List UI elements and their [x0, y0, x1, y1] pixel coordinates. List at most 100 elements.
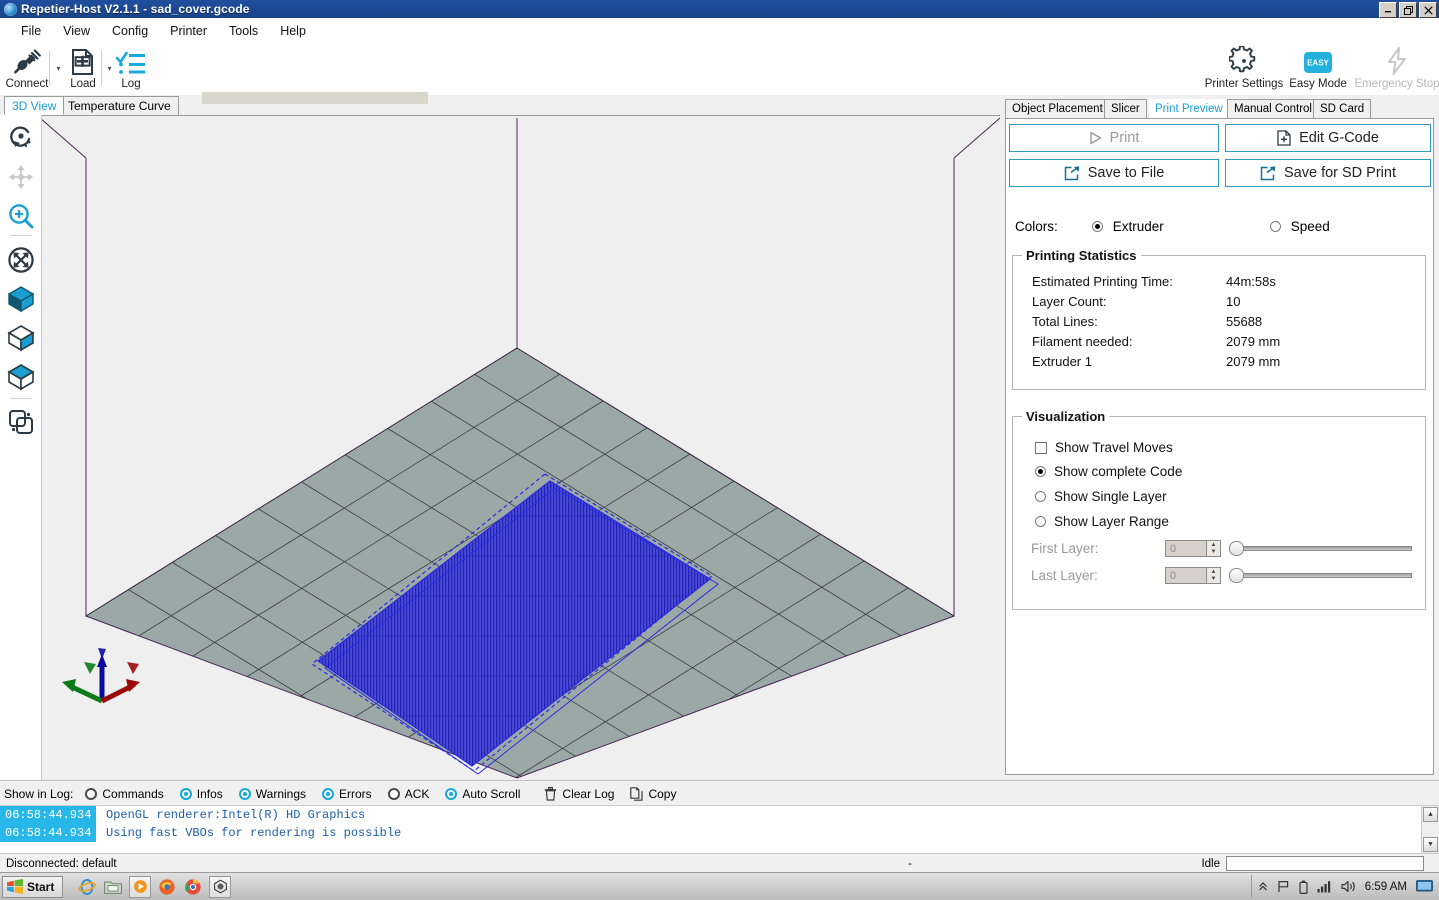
tab-manual-control[interactable]: Manual Control	[1227, 99, 1319, 118]
last-layer-spin-buttons[interactable]: ▲▼	[1206, 568, 1220, 583]
show-travel-moves-option[interactable]: Show Travel Moves	[1035, 440, 1173, 455]
edit-file-icon	[1277, 130, 1291, 146]
plug-icon	[12, 46, 42, 76]
3d-viewport[interactable]	[0, 115, 1000, 781]
radio-extruder[interactable]	[1092, 221, 1103, 232]
tab-print-preview[interactable]: Print Preview	[1149, 99, 1229, 118]
log-scroll-up-button[interactable]: ▲	[1423, 807, 1438, 822]
repetier-host-icon[interactable]	[209, 876, 231, 898]
media-player-icon[interactable]	[129, 876, 151, 898]
save-to-file-button[interactable]: Save to File	[1009, 159, 1219, 187]
log-filter-commands[interactable]: Commands	[85, 787, 163, 801]
first-layer-spinner[interactable]: 0 ▲▼	[1165, 540, 1221, 557]
toggle-infos-icon[interactable]	[180, 788, 192, 800]
tab-object-placement[interactable]: Object Placement	[1005, 99, 1110, 118]
colors-option-speed[interactable]: Speed	[1270, 219, 1330, 234]
colors-option-speed-label: Speed	[1291, 219, 1330, 234]
taskbar: Start	[0, 872, 1439, 900]
flag-icon[interactable]	[1277, 880, 1290, 893]
log-filter-errors[interactable]: Errors	[322, 787, 372, 801]
tab-sd-card[interactable]: SD Card	[1313, 99, 1371, 118]
menu-item-config[interactable]: Config	[101, 21, 159, 41]
log-scroll-down-button[interactable]: ▼	[1423, 837, 1438, 852]
connect-button[interactable]: Connect	[0, 46, 54, 90]
copy-log-button[interactable]: Copy	[630, 787, 676, 801]
show-desktop-icon[interactable]	[1416, 880, 1433, 893]
printer-settings-button[interactable]: Printer Settings	[1205, 46, 1283, 90]
chrome-icon[interactable]	[183, 877, 203, 897]
signal-icon[interactable]	[1317, 880, 1332, 893]
front-view-icon[interactable]	[3, 320, 39, 356]
last-layer-spinner[interactable]: 0 ▲▼	[1165, 567, 1221, 584]
close-button[interactable]	[1419, 2, 1437, 18]
tab-temperature-curve[interactable]: Temperature Curve	[60, 96, 179, 115]
menu-item-file[interactable]: File	[10, 21, 52, 41]
toggle-auto-scroll-icon[interactable]	[445, 788, 457, 800]
colors-option-extruder[interactable]: Extruder	[1092, 219, 1164, 234]
toggle-ack-icon[interactable]	[388, 788, 400, 800]
first-layer-slider-knob[interactable]	[1229, 541, 1244, 556]
speaker-icon[interactable]	[1341, 880, 1356, 893]
clear-log-button[interactable]: Clear Log	[544, 787, 614, 801]
log-button[interactable]: Log	[104, 46, 158, 90]
start-button[interactable]: Start	[2, 876, 63, 898]
colors-option-extruder-label: Extruder	[1113, 219, 1164, 234]
radio-speed[interactable]	[1270, 221, 1281, 232]
menu-item-tools[interactable]: Tools	[218, 21, 269, 41]
status-input[interactable]	[1226, 856, 1424, 871]
system-tray: 6:59 AM	[1251, 875, 1439, 898]
folder-icon[interactable]	[103, 877, 123, 897]
move-view-icon[interactable]	[3, 159, 39, 195]
left-panel: 3D View Temperature Curve	[0, 95, 1000, 780]
log-filter-infos[interactable]: Infos	[180, 787, 223, 801]
easy-mode-button[interactable]: EASY Easy Mode	[1290, 46, 1346, 90]
perspective-view-icon[interactable]	[3, 281, 39, 317]
log-filter-auto-scroll[interactable]: Auto Scroll	[445, 787, 520, 801]
menu-item-printer[interactable]: Printer	[159, 21, 218, 41]
toggle-commands-icon[interactable]	[85, 788, 97, 800]
minimize-button[interactable]	[1379, 2, 1397, 18]
rotate-view-icon[interactable]	[3, 120, 39, 156]
zoom-view-icon[interactable]	[3, 198, 39, 234]
object-overlap-icon[interactable]	[3, 404, 39, 440]
emergency-stop-button[interactable]: Emergency Stop	[1355, 46, 1439, 90]
menu-item-view[interactable]: View	[52, 21, 101, 41]
battery-icon[interactable]	[1299, 880, 1308, 894]
log-scrollbar[interactable]: ▲ ▼	[1421, 806, 1439, 854]
log-filter-warnings[interactable]: Warnings	[239, 787, 306, 801]
last-layer-slider-knob[interactable]	[1229, 568, 1244, 583]
firefox-icon[interactable]	[157, 877, 177, 897]
progress-strip	[202, 92, 428, 104]
tray-clock[interactable]: 6:59 AM	[1365, 881, 1407, 893]
last-layer-slider[interactable]	[1229, 568, 1412, 583]
tab-slicer[interactable]: Slicer	[1104, 99, 1147, 118]
checkbox-show-travel-moves[interactable]	[1035, 442, 1047, 454]
window-controls	[1379, 2, 1437, 18]
show-single-layer-option[interactable]: Show Single Layer	[1035, 489, 1167, 504]
edit-gcode-button[interactable]: Edit G-Code	[1225, 124, 1431, 152]
toggle-errors-icon[interactable]	[322, 788, 334, 800]
load-file-icon	[70, 46, 96, 76]
first-layer-spin-buttons[interactable]: ▲▼	[1206, 541, 1220, 556]
top-view-icon[interactable]	[3, 359, 39, 395]
first-layer-slider[interactable]	[1229, 541, 1412, 556]
play-icon	[1089, 131, 1102, 145]
log-output[interactable]: 06:58:44.934 OpenGL renderer:Intel(R) HD…	[0, 805, 1439, 854]
chevron-up-icon[interactable]	[1258, 881, 1268, 892]
radio-show-single-layer[interactable]	[1035, 491, 1046, 502]
save-for-sd-print-button[interactable]: Save for SD Print	[1225, 159, 1431, 187]
tab-3d-view[interactable]: 3D View	[4, 96, 64, 115]
radio-show-layer-range[interactable]	[1035, 516, 1046, 527]
show-layer-range-option[interactable]: Show Layer Range	[1035, 514, 1169, 529]
toggle-warnings-icon[interactable]	[239, 788, 251, 800]
show-complete-code-option[interactable]: Show complete Code	[1035, 464, 1182, 479]
radio-show-complete-code[interactable]	[1035, 466, 1046, 477]
internet-explorer-icon[interactable]	[77, 877, 97, 897]
show-complete-code-label: Show complete Code	[1054, 464, 1182, 479]
print-button[interactable]: Print	[1009, 124, 1219, 152]
menu-item-help[interactable]: Help	[269, 21, 317, 41]
scale-view-icon[interactable]	[3, 242, 39, 278]
tab-sd-card-label: SD Card	[1320, 103, 1364, 115]
restore-button[interactable]	[1399, 2, 1417, 18]
log-filter-ack[interactable]: ACK	[388, 787, 430, 801]
